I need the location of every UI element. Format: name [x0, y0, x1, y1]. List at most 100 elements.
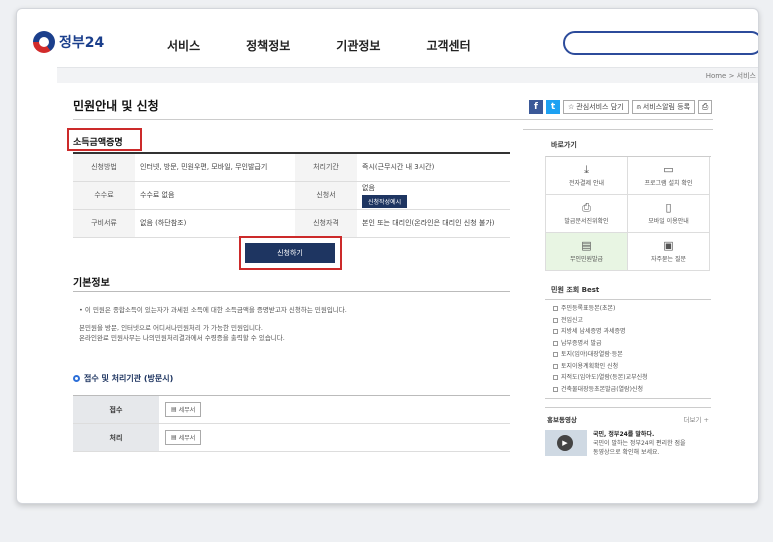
list-item[interactable]: 토지(임야)대장열람·등본 — [545, 349, 711, 361]
quick-link-kiosk[interactable]: ▤ 무인민원발급 — [546, 233, 628, 271]
quick-link-label: 프로그램 설치 확인 — [644, 180, 693, 187]
quick-link-label: 발급문서진위확인 — [564, 218, 609, 225]
quick-link-label: 자주묻는 질문 — [650, 256, 687, 263]
table-header-cell: 구비서류 — [73, 209, 135, 238]
video-thumbnail[interactable]: ▶ — [545, 430, 587, 456]
divider — [523, 129, 713, 130]
promo-video-item[interactable]: ▶ 국민, 정부24를 말하다. 국민이 말하는 정부24의 편리한 점을 동영… — [545, 430, 711, 457]
basic-info-line: 온라인완료 민원사무는 나의민원처리결과에서 수령증을 출력할 수 있습니다. — [79, 334, 285, 342]
table-header-cell: 신청자격 — [295, 209, 357, 238]
quick-link-label: 무인민원발급 — [569, 256, 604, 263]
quick-links-title: 바로가기 — [551, 141, 577, 149]
best-list: 주민등록표등본(초본) 전입신고 지방세 납세증명 과세증명 납부증명서 발급 … — [545, 299, 711, 399]
bullet-circle-icon — [73, 375, 80, 382]
list-bullet-icon — [553, 317, 558, 323]
government-emblem-icon — [33, 31, 55, 53]
nav-item-policy[interactable]: 정책정보 — [246, 37, 290, 54]
list-bullet-icon — [553, 306, 558, 312]
nav-item-services[interactable]: 서비스 — [167, 37, 200, 54]
mobile-icon: ▯ — [665, 201, 672, 214]
list-item[interactable]: 전입신고 — [545, 315, 711, 327]
form-example-button[interactable]: 신청작성예시 — [362, 194, 408, 208]
browser-frame: 정부24 서비스 정책정보 기관정보 고객센터 Home > 서비스 민원안내 … — [16, 8, 759, 504]
logo-text: 정부24 — [59, 35, 105, 51]
quick-links-grid: ⤓ 전자결제 안내 ▭ 프로그램 설치 확인 ⎙ 발급문서진위확인 ▯ 모바일 … — [545, 156, 711, 271]
quick-link-epayment[interactable]: ⤓ 전자결제 안내 — [546, 157, 628, 195]
basic-info-title: 기본정보 — [73, 278, 110, 289]
table-header-cell: 신청서 — [295, 181, 357, 210]
page-title: 민원안내 및 신청 — [73, 99, 159, 113]
printer-icon: ⎙ — [582, 201, 591, 214]
table-header-cell: 처리기간 — [295, 153, 357, 182]
facebook-share-icon[interactable]: f — [529, 100, 543, 114]
quick-link-mobile-guide[interactable]: ▯ 모바일 이용안내 — [628, 195, 710, 233]
application-form-value: 없음 — [362, 183, 375, 192]
table-header-cell: 신청방법 — [73, 153, 135, 182]
table-cell: 본인 또는 대리인(온라인은 대리인 신청 불가) — [357, 209, 510, 238]
list-bullet-icon — [553, 375, 558, 381]
bell-icon: ⍝ — [636, 102, 641, 111]
list-item[interactable]: 지적도(임야도)열람(등본)교부신청 — [545, 372, 711, 384]
alarm-button[interactable]: ⍝ 서비스알림 등록 — [631, 100, 696, 114]
table-cell: 인터넷, 방문, 민원우편, 모바일, 무인발급기 — [135, 153, 295, 182]
service-name: 소득금액증명 — [73, 138, 123, 148]
table-cell: 수수료 없음 — [135, 181, 295, 210]
table-row: 처리 ▤ 세무서 — [73, 423, 510, 452]
best-list-title: 민원 조회 Best — [551, 286, 600, 294]
table-cell: 없음 신청작성예시 — [357, 181, 510, 210]
list-bullet-icon — [553, 363, 558, 369]
nav-item-agency[interactable]: 기관정보 — [336, 37, 380, 54]
quick-link-label: 모바일 이용안내 — [648, 218, 689, 225]
list-bullet-icon — [553, 352, 558, 358]
table-row: 접수 ▤ 세무서 — [73, 395, 510, 424]
divider — [73, 119, 713, 120]
more-link[interactable]: 더보기 + — [684, 414, 709, 424]
promo-description: 국민이 말하는 정부24의 편리한 점을 — [593, 440, 686, 447]
nav-item-support[interactable]: 고객센터 — [426, 37, 470, 54]
table-cell: 없음 (하단참조) — [135, 209, 295, 238]
list-item[interactable]: 지방세 납세증명 과세증명 — [545, 326, 711, 338]
office-lookup-button[interactable]: ▤ 세무서 — [165, 430, 202, 445]
divider — [73, 291, 510, 292]
basic-info-line: 본민원을 방문, 인터넷으로 어디서나민원처리 가 가능한 민원입니다. — [79, 324, 263, 332]
table-header-cell: 수수료 — [73, 181, 135, 210]
table-cell: 즉시(근무시간 내 3시간) — [357, 153, 510, 182]
promo-title: 홍보동영상 — [547, 416, 577, 424]
processing-title: 접수 및 처리기관 (방문시) — [73, 373, 173, 384]
bookmark-label: 관심서비스 담기 — [576, 103, 624, 111]
document-icon: ▤ — [171, 406, 177, 413]
table-row: 신청방법 인터넷, 방문, 민원우편, 모바일, 무인발급기 처리기간 즉시(근… — [73, 153, 510, 182]
alarm-label: 서비스알림 등록 — [642, 103, 691, 111]
play-icon[interactable]: ▶ — [557, 435, 573, 451]
bookmark-button[interactable]: ☆ 관심서비스 담기 — [563, 100, 629, 114]
table-header-cell: 접수 — [73, 395, 159, 424]
list-item[interactable]: 주민등록표등본(초본) — [545, 303, 711, 315]
breadcrumb[interactable]: Home > 서비스 — [706, 71, 756, 81]
office-lookup-label: 세무서 — [178, 407, 196, 414]
promo-headline: 국민, 정부24를 말하다. — [593, 431, 655, 438]
breadcrumb-bar: Home > 서비스 — [57, 67, 758, 83]
print-icon[interactable]: ⎙ — [698, 100, 713, 114]
promo-description: 동영상으로 확인해 보세요. — [593, 449, 660, 456]
quick-link-document-verify[interactable]: ⎙ 발급문서진위확인 — [546, 195, 628, 233]
office-lookup-button[interactable]: ▤ 세무서 — [165, 402, 202, 417]
apply-button[interactable]: 신청하기 — [245, 243, 335, 263]
search-input[interactable] — [563, 31, 758, 55]
twitter-share-icon[interactable]: t — [546, 100, 560, 114]
promo-video-section: 홍보동영상 더보기 + ▶ 국민, 정부24를 말하다. 국민이 말하는 정부2… — [545, 407, 711, 457]
download-icon: ⤓ — [584, 163, 589, 176]
quick-link-program-check[interactable]: ▭ 프로그램 설치 확인 — [628, 157, 710, 195]
list-item[interactable]: 토지이용계획확인 신청 — [545, 361, 711, 373]
list-item[interactable]: 건축물대장등초본발급(열람)신청 — [545, 384, 711, 396]
table-cell: ▤ 세무서 — [159, 423, 510, 452]
list-item[interactable]: 납부증명서 발급 — [545, 338, 711, 350]
quick-link-faq[interactable]: ▣ 자주묻는 질문 — [628, 233, 710, 271]
list-item-label: 납부증명서 발급 — [561, 339, 602, 347]
list-item-label: 토지이용계획확인 신청 — [561, 362, 619, 370]
site-logo[interactable]: 정부24 — [33, 31, 104, 53]
office-lookup-label: 세무서 — [178, 435, 196, 442]
list-item-label: 지방세 납세증명 과세증명 — [561, 328, 626, 335]
list-bullet-icon — [553, 340, 558, 346]
chat-icon: ▣ — [663, 239, 674, 252]
page-tools: f t ☆ 관심서비스 담기 ⍝ 서비스알림 등록 ⎙ — [529, 100, 713, 114]
